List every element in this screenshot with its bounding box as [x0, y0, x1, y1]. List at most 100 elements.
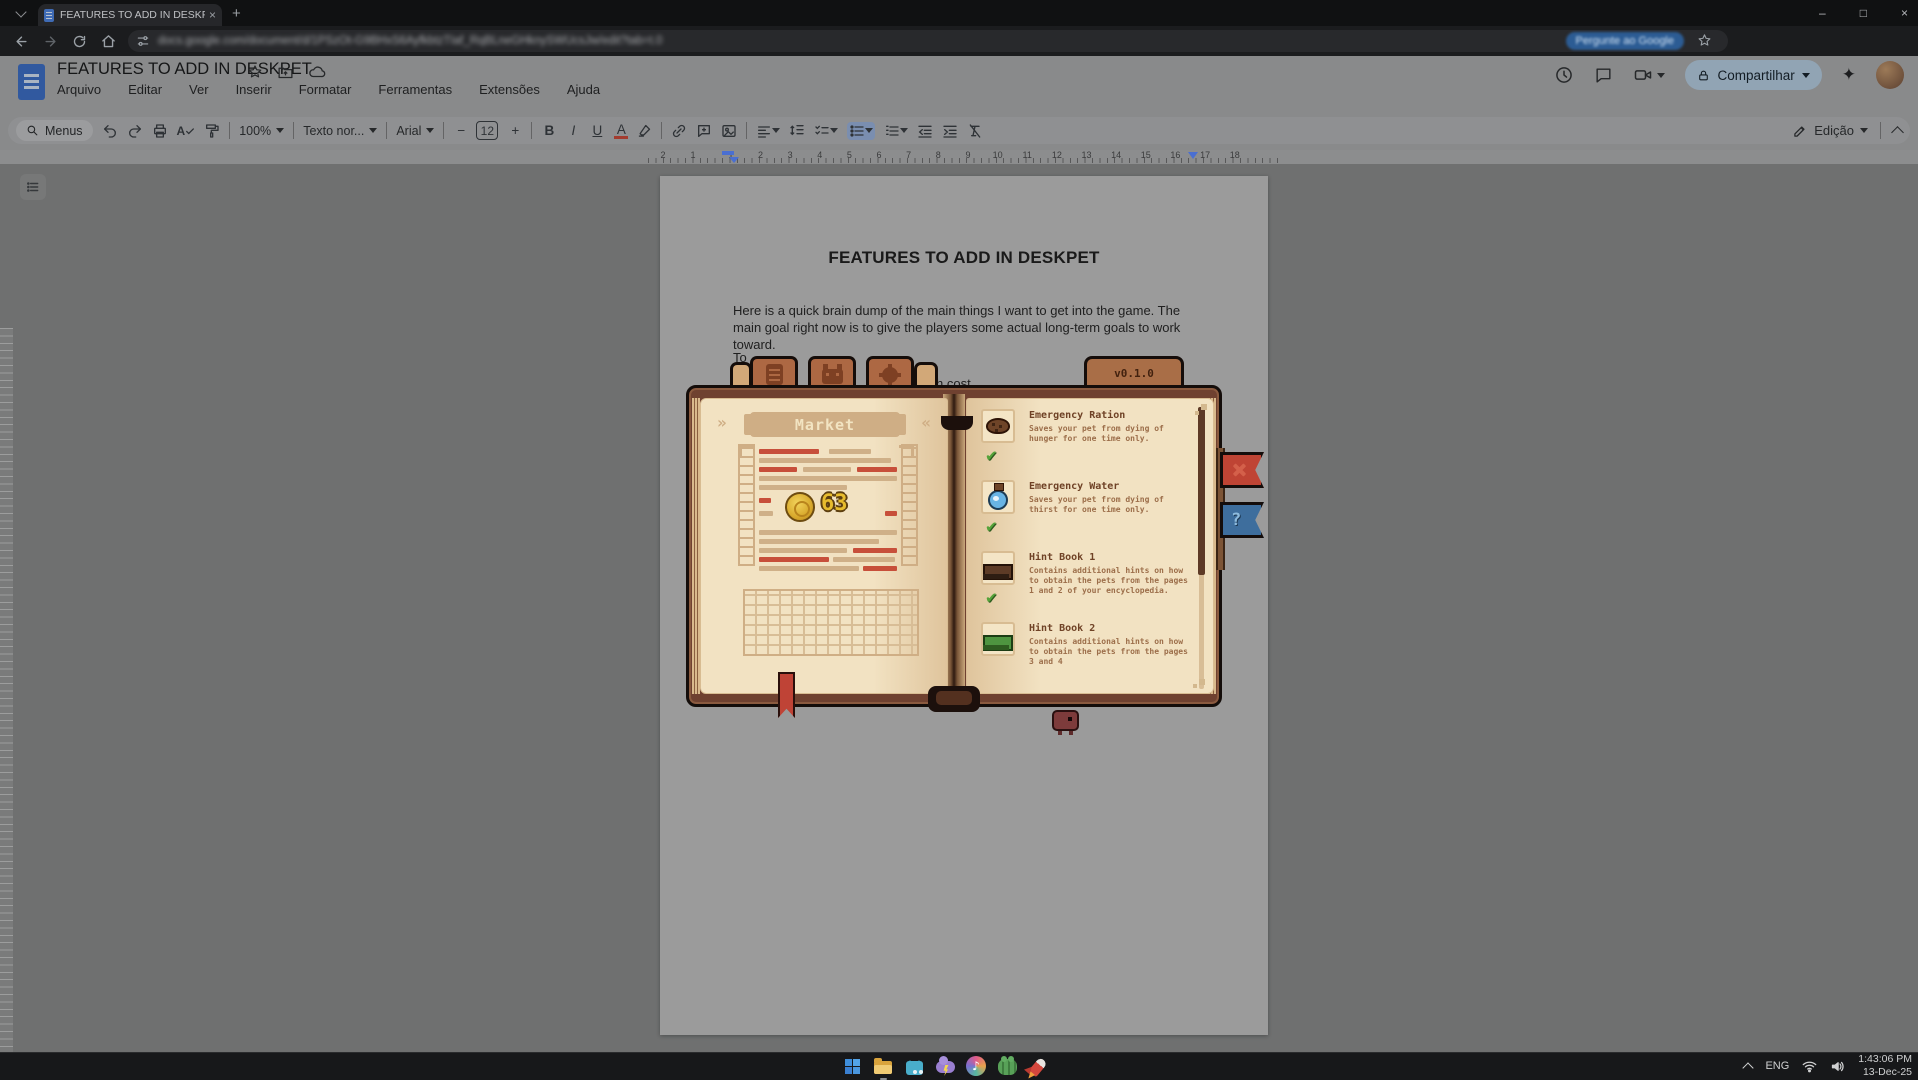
increase-indent-button[interactable]: [942, 123, 958, 139]
desk-pet-sprite[interactable]: [1052, 710, 1079, 731]
menu-ajuda[interactable]: Ajuda: [567, 82, 600, 97]
red-bookmark-ribbon[interactable]: [778, 672, 795, 718]
zoom-select[interactable]: 100%: [239, 124, 284, 138]
close-flag-button[interactable]: [1220, 452, 1264, 488]
font-size-increase[interactable]: +: [508, 123, 522, 138]
show-outline-button[interactable]: [20, 174, 46, 200]
document-heading: FEATURES TO ADD IN DESKPET: [660, 248, 1268, 268]
ask-google-button[interactable]: Pergunte ao Google: [1566, 32, 1684, 50]
forward-icon[interactable]: [43, 34, 58, 49]
bookmark-star-icon[interactable]: [1697, 33, 1712, 48]
highlight-button[interactable]: [637, 123, 652, 138]
volume-icon[interactable]: [1830, 1060, 1845, 1073]
music-app-button[interactable]: ♪: [964, 1054, 988, 1078]
right-indent-marker[interactable]: [1188, 152, 1198, 164]
decrease-indent-button[interactable]: [917, 123, 933, 139]
shop-item[interactable]: Hint Book 1 Contains additional hints on…: [981, 551, 1205, 619]
deskpet-window[interactable]: v0.1.0 » « Market 63: [686, 352, 1266, 744]
start-button[interactable]: [840, 1054, 864, 1078]
owned-check-icon: ✔: [985, 447, 998, 465]
left-indent-marker[interactable]: [722, 151, 734, 155]
chevron-down-icon[interactable]: [1860, 128, 1868, 137]
ruler-numbers: 123456789101112131415161718: [716, 150, 1250, 160]
rocket-app-button[interactable]: [1026, 1054, 1050, 1078]
tab-close-icon[interactable]: ×: [209, 8, 216, 22]
brain-app-button[interactable]: [995, 1054, 1019, 1078]
numbered-list-button[interactable]: [884, 123, 908, 139]
minimize-button[interactable]: –: [1819, 6, 1826, 20]
undo-button[interactable]: [102, 123, 118, 139]
spellcheck-button[interactable]: A: [177, 124, 196, 138]
bold-button[interactable]: B: [542, 123, 556, 138]
insert-image-button[interactable]: [721, 123, 737, 139]
maximize-button[interactable]: □: [1860, 6, 1867, 20]
styles-select[interactable]: Texto nor...: [303, 124, 377, 138]
print-button[interactable]: [152, 123, 168, 139]
cloud-status-icon[interactable]: [308, 63, 326, 81]
mode-label[interactable]: Edição: [1814, 123, 1854, 138]
hidden-icons-button[interactable]: [1743, 1062, 1754, 1073]
back-icon[interactable]: [14, 34, 29, 49]
text-color-button[interactable]: A: [614, 123, 628, 139]
tab-search-button[interactable]: [8, 4, 34, 22]
font-select[interactable]: Arial: [396, 124, 434, 138]
shop-item[interactable]: Hint Book 2 Contains additional hints on…: [981, 622, 1205, 690]
gemini-icon[interactable]: ✦: [1842, 65, 1856, 85]
search-menus-button[interactable]: Menus: [16, 120, 93, 141]
chevron-down-icon[interactable]: [1802, 73, 1810, 82]
wifi-icon[interactable]: [1802, 1060, 1817, 1073]
comments-icon[interactable]: [1594, 66, 1613, 85]
version-history-icon[interactable]: [1554, 65, 1574, 85]
home-icon[interactable]: [101, 34, 116, 49]
underline-button[interactable]: U: [590, 123, 604, 138]
cat-app-button[interactable]: [902, 1054, 926, 1078]
paint-format-button[interactable]: [204, 123, 220, 139]
docs-logo[interactable]: [18, 64, 45, 100]
document-paragraph: Here is a quick brain dump of the main t…: [733, 302, 1193, 353]
align-button[interactable]: [756, 123, 780, 139]
italic-button[interactable]: I: [566, 123, 580, 138]
font-size-input[interactable]: 12: [476, 121, 498, 140]
site-settings-icon[interactable]: [136, 34, 150, 48]
file-explorer-button[interactable]: [871, 1054, 895, 1078]
shop-item[interactable]: Emergency Ration Saves your pet from dyi…: [981, 409, 1205, 477]
menu-ferramentas[interactable]: Ferramentas: [378, 82, 452, 97]
menu-editar[interactable]: Editar: [128, 82, 162, 97]
url-text: docs.google.com/document/d/1PSzOt-G9BHxS…: [158, 35, 978, 47]
omnibox[interactable]: docs.google.com/document/d/1PSzOt-G9BHxS…: [128, 30, 1728, 52]
storm-app-button[interactable]: [933, 1054, 957, 1078]
insert-link-button[interactable]: [671, 123, 687, 139]
help-flag-button[interactable]: ?: [1220, 502, 1264, 538]
collapse-toolbar-button[interactable]: [1891, 126, 1904, 139]
new-tab-button[interactable]: +: [232, 5, 241, 22]
search-icon: [26, 124, 39, 137]
meet-button[interactable]: [1633, 65, 1665, 85]
redo-button[interactable]: [127, 123, 143, 139]
browser-tab[interactable]: FEATURES TO ADD IN DESKPET ×: [38, 4, 222, 26]
menu-inserir[interactable]: Inserir: [236, 82, 272, 97]
add-comment-button[interactable]: [696, 123, 712, 139]
vertical-ruler: [0, 328, 13, 1080]
checklist-button[interactable]: [814, 123, 838, 139]
reload-icon[interactable]: [72, 34, 87, 49]
close-button[interactable]: ×: [1901, 6, 1908, 20]
menu-arquivo[interactable]: Arquivo: [57, 82, 101, 97]
star-icon[interactable]: [247, 64, 263, 80]
clear-formatting-button[interactable]: [967, 123, 983, 139]
shop-scrollbar-thumb[interactable]: [1198, 407, 1205, 575]
shop-item[interactable]: Emergency Water Saves your pet from dyin…: [981, 480, 1205, 548]
menu-formatar[interactable]: Formatar: [299, 82, 352, 97]
line-spacing-button[interactable]: [789, 123, 805, 139]
item-desc: Contains additional hints on how to obta…: [1029, 637, 1193, 667]
share-button[interactable]: Compartilhar: [1685, 60, 1821, 90]
account-avatar[interactable]: [1876, 61, 1904, 89]
scroll-icon: [766, 364, 783, 385]
move-folder-icon[interactable]: [277, 64, 294, 81]
horizontal-ruler[interactable]: 21 123456789101112131415161718: [0, 150, 1918, 164]
bulleted-list-button[interactable]: [847, 122, 875, 140]
clock[interactable]: 1:43:06 PM 13-Dec-25: [1858, 1053, 1912, 1079]
font-size-decrease[interactable]: −: [454, 123, 468, 138]
menu-ver[interactable]: Ver: [189, 82, 209, 97]
language-indicator[interactable]: ENG: [1765, 1060, 1789, 1072]
menu-extensões[interactable]: Extensões: [479, 82, 540, 97]
